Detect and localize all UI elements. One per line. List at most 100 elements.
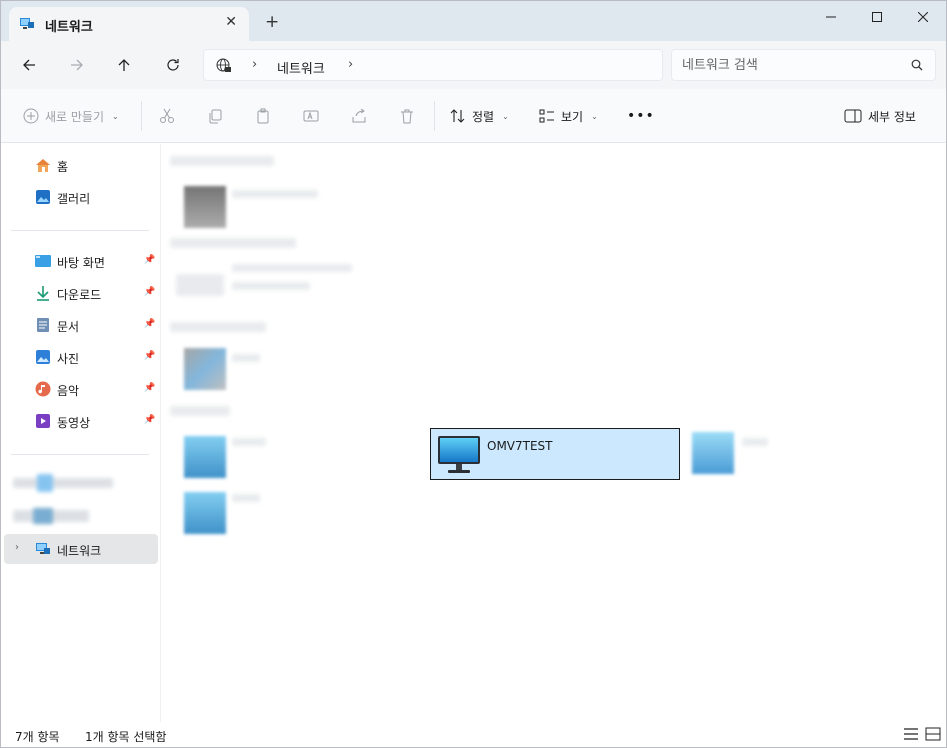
redacted-item-label[interactable] — [232, 190, 318, 198]
close-tab-icon[interactable]: ✕ — [225, 14, 237, 30]
pin-icon[interactable]: 📌 — [144, 415, 155, 425]
redacted-device-icon[interactable] — [176, 274, 224, 296]
redacted-device-icon[interactable] — [184, 348, 226, 390]
computer-item-selected[interactable]: OMV7TEST — [430, 428, 680, 480]
redacted-item-label[interactable] — [232, 282, 310, 290]
maximize-icon — [872, 12, 882, 22]
documents-icon — [37, 318, 49, 332]
redacted-group-header — [170, 322, 266, 332]
pin-icon[interactable]: 📌 — [144, 383, 155, 393]
sidebar-item-label: 다운로드 — [57, 288, 102, 302]
music-icon — [35, 381, 51, 397]
rename-icon — [303, 110, 319, 122]
sidebar-item-label: 동영상 — [57, 416, 91, 430]
minimize-button[interactable] — [808, 1, 854, 33]
more-options-button[interactable]: ••• — [627, 106, 655, 126]
search-box[interactable] — [671, 49, 936, 81]
breadcrumb-separator[interactable]: › — [348, 57, 353, 72]
sidebar-item-desktop[interactable]: 바탕 화면 📌 — [4, 246, 158, 276]
toolbar-divider — [434, 101, 435, 131]
gallery-icon — [36, 190, 50, 204]
rename-button[interactable] — [303, 106, 319, 126]
delete-button[interactable] — [399, 106, 415, 126]
chevron-right-icon[interactable]: › — [15, 542, 19, 553]
redacted-group-header — [170, 406, 230, 416]
copy-icon — [209, 109, 222, 124]
details-view-icon[interactable] — [903, 727, 919, 741]
redacted-item-label[interactable] — [742, 438, 768, 446]
chevron-down-icon: ⌄ — [591, 111, 598, 121]
redacted-device-icon[interactable] — [184, 186, 226, 228]
new-tab-button[interactable]: + — [265, 14, 279, 31]
sidebar-item-music[interactable]: 음악 📌 — [4, 374, 158, 404]
new-button[interactable]: 새로 만들기 ⌄ — [23, 106, 119, 126]
tab-label: 네트워크 — [45, 20, 93, 35]
sidebar-item-label: 사진 — [57, 352, 80, 366]
maximize-button[interactable] — [854, 1, 900, 33]
redacted-sidebar-icon — [33, 508, 53, 524]
back-button[interactable] — [15, 53, 43, 77]
sidebar-item-gallery[interactable]: 갤러리 — [4, 182, 158, 212]
selection-count-text: 1개 항목 선택함 — [85, 730, 167, 744]
sidebar-item-label: 음악 — [57, 384, 80, 398]
sidebar-item-documents[interactable]: 문서 📌 — [4, 310, 158, 340]
tiles-view-icon[interactable] — [925, 727, 941, 741]
network-globe-icon — [216, 58, 231, 72]
chevron-down-icon: ⌄ — [112, 111, 119, 121]
arrow-left-icon — [23, 59, 35, 71]
redacted-computer-icon[interactable] — [692, 432, 734, 474]
arrow-right-icon — [71, 59, 83, 71]
redacted-group-header — [170, 238, 296, 248]
pin-icon[interactable]: 📌 — [144, 319, 155, 329]
sidebar-item-network[interactable]: › 네트워크 — [4, 534, 158, 564]
sort-button[interactable]: 정렬 ⌄ — [450, 106, 509, 126]
computer-item-name: OMV7TEST — [487, 439, 553, 453]
redacted-computer-icon[interactable] — [184, 436, 226, 478]
network-icon — [36, 543, 50, 554]
redacted-sidebar-item[interactable] — [13, 478, 113, 488]
refresh-button[interactable] — [159, 53, 187, 77]
sidebar-item-downloads[interactable]: 다운로드 📌 — [4, 278, 158, 308]
pin-icon[interactable]: 📌 — [144, 255, 155, 265]
redacted-computer-icon[interactable] — [184, 492, 226, 534]
sidebar-item-label: 바탕 화면 — [57, 256, 105, 270]
sidebar-item-videos[interactable]: 동영상 📌 — [4, 406, 158, 436]
navigation-bar: › 네트워크 › — [1, 41, 946, 89]
details-pane-label: 세부 정보 — [868, 109, 916, 124]
item-count-text: 7개 항목 — [15, 730, 60, 744]
copy-button[interactable] — [207, 106, 223, 126]
forward-button[interactable] — [63, 53, 91, 77]
tab-network[interactable]: 네트워크 ✕ — [9, 7, 249, 41]
breadcrumb-separator[interactable]: › — [252, 57, 257, 72]
computer-icon — [438, 436, 480, 473]
chevron-down-icon: ⌄ — [502, 111, 509, 121]
arrow-up-icon — [118, 59, 130, 71]
new-button-label: 새로 만들기 — [45, 109, 105, 124]
up-button[interactable] — [110, 53, 138, 77]
sidebar-item-label: 갤러리 — [57, 192, 91, 206]
redacted-item-label[interactable] — [232, 354, 260, 362]
view-button[interactable]: 보기 ⌄ — [539, 106, 598, 126]
search-input[interactable] — [682, 56, 902, 74]
redacted-item-label[interactable] — [232, 438, 266, 446]
address-bar[interactable]: › 네트워크 › — [203, 49, 663, 81]
toolbar-divider — [141, 101, 142, 131]
sidebar-item-pictures[interactable]: 사진 📌 — [4, 342, 158, 372]
pin-icon[interactable]: 📌 — [144, 287, 155, 297]
share-button[interactable] — [351, 106, 367, 126]
redacted-item-label[interactable] — [232, 494, 260, 502]
cut-button[interactable] — [159, 106, 175, 126]
home-icon — [36, 159, 50, 172]
close-window-button[interactable] — [900, 1, 946, 33]
pin-icon[interactable]: 📌 — [144, 351, 155, 361]
sort-icon — [450, 109, 465, 123]
refresh-icon — [167, 59, 179, 71]
paste-icon — [257, 108, 269, 124]
details-pane-button[interactable]: 세부 정보 — [844, 106, 916, 126]
breadcrumb-network[interactable]: 네트워크 — [277, 58, 325, 77]
sort-button-label: 정렬 — [472, 109, 495, 124]
redacted-item-label[interactable] — [232, 264, 352, 272]
paste-button[interactable] — [255, 106, 271, 126]
search-icon — [911, 59, 923, 71]
sidebar-item-home[interactable]: 홈 — [4, 150, 158, 180]
